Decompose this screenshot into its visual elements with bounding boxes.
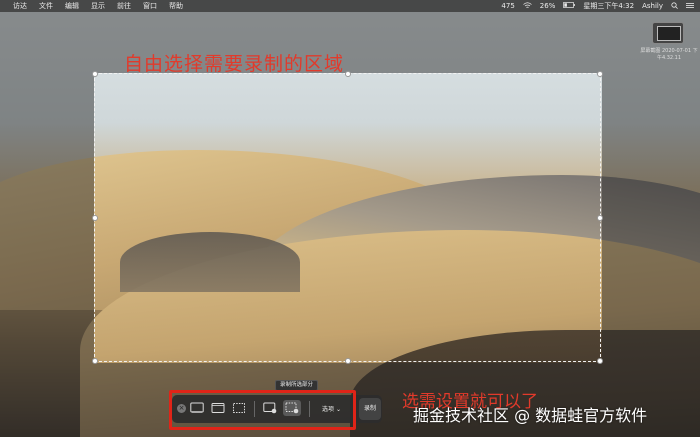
resize-handle[interactable]	[345, 358, 351, 364]
battery-percent[interactable]: 26%	[540, 2, 556, 10]
menu-item-go[interactable]: 前往	[117, 1, 131, 11]
resize-handle[interactable]	[92, 358, 98, 364]
menubar-clock[interactable]: 星期三下午4:32	[583, 1, 634, 11]
resize-handle[interactable]	[92, 215, 98, 221]
watermark: 掘金技术社区 @ 数据蛙官方软件	[413, 406, 648, 425]
thumbnail-label: 屏幕截图 2020-07-01 下午4.32.11	[640, 48, 698, 61]
thumbnail-preview	[657, 26, 681, 41]
menu-bar: 访达 文件 编辑 显示 前往 窗口 帮助 475 26% 星期三下午4:32 A…	[0, 0, 700, 12]
status-area: 475 26% 星期三下午4:32 Ashily	[501, 0, 694, 12]
menu-item-file[interactable]: 文件	[39, 1, 53, 11]
search-icon[interactable]	[671, 1, 678, 11]
screenshot-thumbnail[interactable]	[652, 22, 684, 44]
menu-item-window[interactable]: 窗口	[143, 1, 157, 11]
dim-overlay	[0, 73, 94, 363]
resize-handle[interactable]	[92, 71, 98, 77]
control-center-icon[interactable]	[686, 2, 694, 11]
menu-item-view[interactable]: 显示	[91, 1, 105, 11]
menu-item-help[interactable]: 帮助	[169, 1, 183, 11]
record-button[interactable]: 录制	[359, 398, 381, 420]
resize-handle[interactable]	[597, 71, 603, 77]
menubar-user[interactable]: Ashily	[642, 2, 663, 10]
resize-handle[interactable]	[597, 215, 603, 221]
resize-handle[interactable]	[345, 71, 351, 77]
annotation-highlight-box	[169, 390, 356, 430]
wifi-icon[interactable]	[523, 1, 532, 11]
menu-item-finder[interactable]: 访达	[13, 1, 27, 11]
status-count[interactable]: 475	[501, 2, 514, 10]
annotation-top: 自由选择需要录制的区域	[124, 53, 345, 75]
capture-selection-area[interactable]	[92, 71, 603, 364]
dim-overlay	[602, 73, 700, 363]
menu-item-edit[interactable]: 编辑	[65, 1, 79, 11]
battery-icon[interactable]	[563, 2, 576, 10]
resize-handle[interactable]	[597, 358, 603, 364]
